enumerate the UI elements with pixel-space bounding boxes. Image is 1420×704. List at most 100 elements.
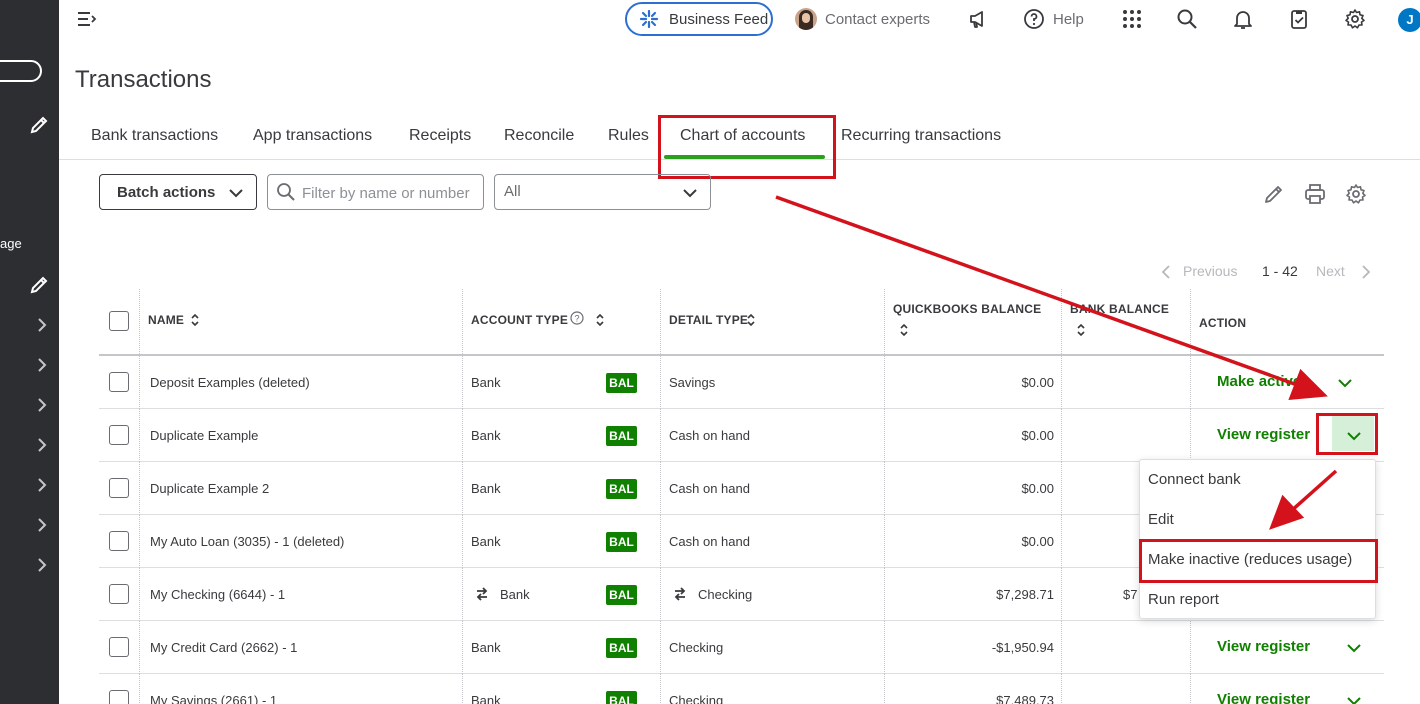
apps-grid-icon[interactable]: [1121, 8, 1143, 30]
info-circle-icon[interactable]: ?: [570, 311, 584, 325]
tab-receipts[interactable]: Receipts: [409, 127, 471, 145]
account-name[interactable]: Duplicate Example: [150, 428, 258, 443]
chevron-down-icon[interactable]: [1345, 640, 1363, 656]
filter-search-box[interactable]: [267, 174, 484, 210]
user-avatar[interactable]: J: [1398, 8, 1420, 32]
sort-icon[interactable]: [190, 313, 200, 327]
chevron-right-icon[interactable]: [34, 517, 50, 533]
tab-app-transactions[interactable]: App transactions: [253, 127, 372, 145]
account-type-filter-select[interactable]: All: [494, 174, 711, 210]
tab-rules[interactable]: Rules: [608, 127, 649, 145]
balance-badge: BAL: [606, 426, 637, 446]
settings-gear-icon[interactable]: [1345, 183, 1367, 205]
menu-edit[interactable]: Edit: [1148, 511, 1174, 528]
collapse-menu-icon[interactable]: [77, 9, 97, 29]
row-checkbox[interactable]: [109, 425, 129, 445]
header-name[interactable]: NAME: [148, 313, 184, 327]
view-register-link[interactable]: View register: [1217, 691, 1310, 704]
business-feed-label: Business Feed: [669, 10, 769, 28]
column-divider: [884, 356, 885, 409]
help-circle-icon: [1024, 9, 1044, 29]
view-register-link[interactable]: View register: [1217, 638, 1310, 655]
chevron-right-icon[interactable]: [34, 357, 50, 373]
sidebar-new-button[interactable]: [0, 60, 42, 82]
row-checkbox[interactable]: [109, 584, 129, 604]
clipboard-check-icon[interactable]: [1288, 8, 1310, 30]
row-checkbox[interactable]: [109, 637, 129, 657]
account-name[interactable]: My Savings (2661) - 1: [150, 693, 277, 704]
bank-feed-sync-icon: [674, 587, 686, 601]
pencil-icon[interactable]: [28, 114, 50, 136]
column-divider: [462, 289, 463, 356]
account-name[interactable]: My Auto Loan (3035) - 1 (deleted): [150, 534, 344, 549]
header-bank-balance[interactable]: BANK BALANCE: [1070, 302, 1169, 316]
row-checkbox[interactable]: [109, 478, 129, 498]
row-checkbox[interactable]: [109, 531, 129, 551]
bell-icon[interactable]: [1232, 8, 1254, 30]
sort-icon[interactable]: [746, 313, 756, 327]
bank-feed-sync-icon: [476, 587, 488, 601]
search-icon[interactable]: [1176, 8, 1198, 30]
sort-icon[interactable]: [899, 323, 909, 337]
quickbooks-balance: $0.00: [1021, 428, 1054, 443]
make-active-link[interactable]: Make active: [1217, 373, 1301, 390]
help-button[interactable]: Help: [1023, 8, 1084, 30]
pagination-previous[interactable]: Previous: [1183, 263, 1237, 279]
sort-icon[interactable]: [1076, 323, 1086, 337]
chevron-down-icon[interactable]: [1345, 693, 1363, 704]
megaphone-icon[interactable]: [967, 8, 989, 30]
select-all-checkbox[interactable]: [109, 311, 129, 331]
account-name[interactable]: My Credit Card (2662) - 1: [150, 640, 297, 655]
row-checkbox[interactable]: [109, 690, 129, 704]
business-feed-button[interactable]: Business Feed: [625, 2, 773, 36]
column-divider: [139, 356, 140, 409]
table-row: Duplicate Example Bank BAL Cash on hand …: [99, 409, 1384, 462]
column-divider: [1061, 462, 1062, 515]
detail-type: Checking: [669, 640, 724, 655]
chevron-right-icon[interactable]: [34, 477, 50, 493]
svg-text:?: ?: [574, 314, 579, 324]
menu-connect-bank[interactable]: Connect bank: [1148, 471, 1241, 488]
detail-type: Cash on hand: [669, 481, 750, 496]
print-icon[interactable]: [1304, 183, 1326, 205]
quickbooks-balance: $7,489.73: [996, 693, 1054, 704]
pagination-next[interactable]: Next: [1316, 263, 1345, 279]
left-sidebar: age: [0, 0, 59, 704]
chevron-down-icon[interactable]: [1336, 375, 1354, 391]
chevron-right-icon[interactable]: [34, 437, 50, 453]
header-account-type[interactable]: ACCOUNT TYPE: [471, 313, 568, 327]
menu-run-report[interactable]: Run report: [1148, 591, 1219, 608]
gear-icon[interactable]: [1344, 8, 1366, 30]
account-name[interactable]: Deposit Examples (deleted): [150, 375, 310, 390]
contact-experts-button[interactable]: Contact experts: [795, 8, 930, 30]
chevron-right-icon[interactable]: [34, 317, 50, 333]
column-divider: [1061, 515, 1062, 568]
table-row: My Credit Card (2662) - 1 Bank BAL Check…: [99, 621, 1384, 674]
account-name[interactable]: My Checking (6644) - 1: [150, 587, 285, 602]
column-divider: [660, 621, 661, 674]
batch-actions-button[interactable]: Batch actions: [99, 174, 257, 210]
pagination-range: 1 - 42: [1262, 263, 1298, 279]
sort-icon[interactable]: [595, 313, 605, 327]
column-divider: [462, 515, 463, 568]
account-type: Bank: [471, 375, 501, 390]
header-quickbooks-balance[interactable]: QUICKBOOKS BALANCE: [893, 302, 1041, 316]
column-divider: [1061, 674, 1062, 704]
column-divider: [139, 621, 140, 674]
chevron-right-icon[interactable]: [34, 557, 50, 573]
tab-reconcile[interactable]: Reconcile: [504, 127, 574, 145]
filter-search-input[interactable]: [302, 182, 478, 204]
row-checkbox[interactable]: [109, 372, 129, 392]
header-detail-type[interactable]: DETAIL TYPE: [669, 313, 748, 327]
edit-pencil-icon[interactable]: [1263, 183, 1285, 205]
column-divider: [462, 462, 463, 515]
sparkle-icon: [639, 9, 659, 29]
tab-bank-transactions[interactable]: Bank transactions: [91, 127, 218, 145]
pencil-icon[interactable]: [28, 274, 50, 296]
tab-recurring-transactions[interactable]: Recurring transactions: [841, 127, 1001, 145]
view-register-link[interactable]: View register: [1217, 426, 1310, 443]
account-name[interactable]: Duplicate Example 2: [150, 481, 269, 496]
chevron-right-icon[interactable]: [34, 397, 50, 413]
column-divider: [660, 674, 661, 704]
column-divider: [660, 409, 661, 462]
